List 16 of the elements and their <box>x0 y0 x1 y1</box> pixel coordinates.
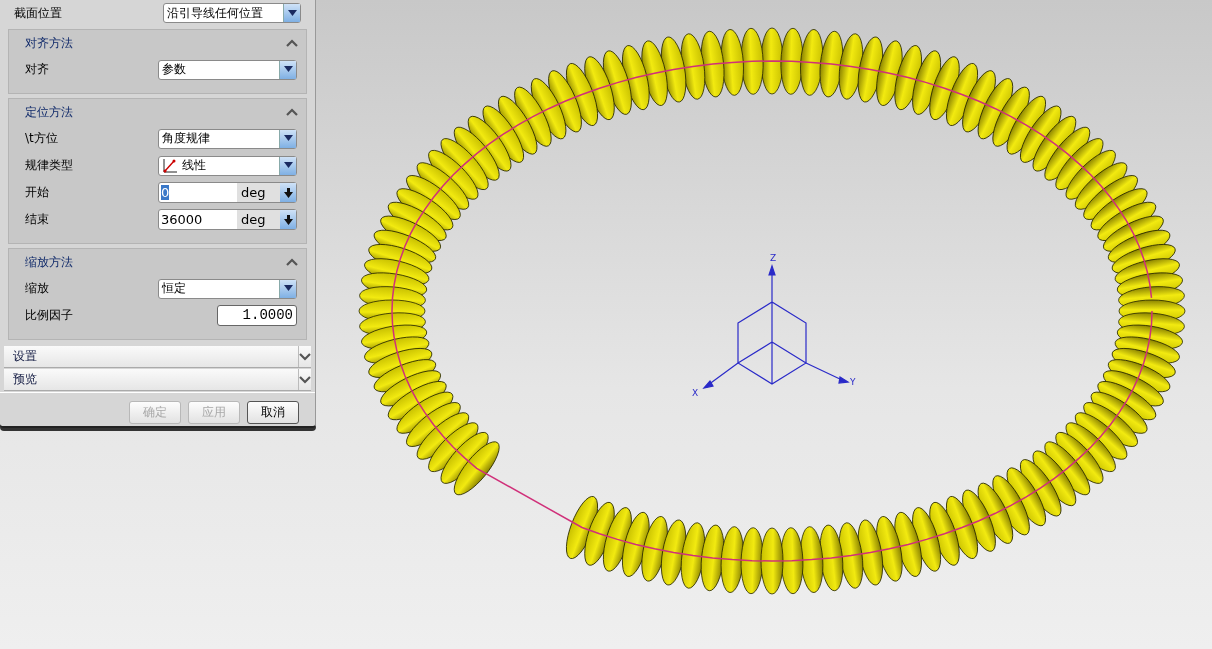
axis-label: Y <box>850 377 856 387</box>
unit-label: deg <box>237 210 280 229</box>
group-title: 定位方法 <box>25 103 73 121</box>
field-label: 规律类型 <box>25 157 73 174</box>
field-label: 对齐 <box>25 61 49 78</box>
field-label: 缩放 <box>25 280 49 297</box>
field-label: 开始 <box>25 184 49 201</box>
section-position-label: 截面位置 <box>14 4 62 22</box>
unit-label: deg <box>237 183 280 202</box>
field-label: \t方位 <box>25 130 58 147</box>
axis-label: Z <box>770 253 777 263</box>
field-label: 结束 <box>25 211 49 228</box>
axis-label: X <box>692 388 699 398</box>
group-title: 对齐方法 <box>25 34 73 52</box>
group-title: 缩放方法 <box>25 253 73 271</box>
field-label: 比例因子 <box>25 307 73 324</box>
